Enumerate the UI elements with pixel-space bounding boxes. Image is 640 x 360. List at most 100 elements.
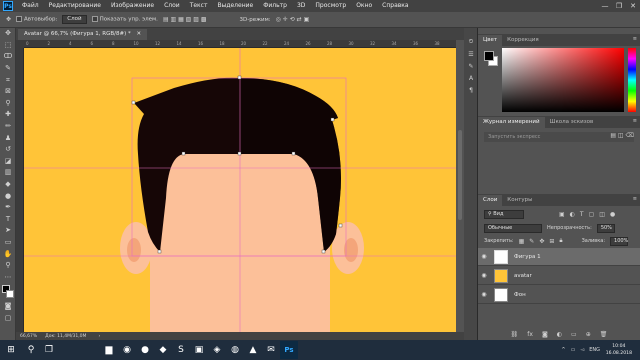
path-select-tool-icon[interactable]: ➤ — [0, 225, 16, 237]
vertical-scrollbar[interactable] — [456, 40, 464, 332]
panel-menu-icon[interactable]: ≡ — [633, 118, 637, 124]
background-color-swatch[interactable] — [6, 290, 14, 299]
add-mask-icon[interactable]: ◙ — [542, 331, 548, 338]
autoselect-dropdown[interactable]: Слой — [62, 15, 87, 24]
lock-pixels-icon[interactable]: ✎ — [529, 238, 534, 245]
lock-transparency-icon[interactable]: ▦ — [519, 238, 525, 245]
windows-start-icon[interactable]: ⊞ — [0, 341, 22, 359]
move-tool-icon[interactable]: ✥ — [6, 16, 11, 23]
search-icon[interactable]: ⚲ — [22, 341, 40, 359]
layer-row[interactable]: ◉ Фигура 1 — [478, 248, 640, 266]
properties-panel-icon[interactable]: ☰ — [464, 48, 478, 60]
photoshop-taskbar-icon[interactable]: Ps — [280, 341, 298, 359]
healing-tool-icon[interactable]: ✚ — [0, 109, 16, 121]
panel-menu-icon[interactable]: ≡ — [633, 36, 637, 42]
layer-row[interactable]: ◉ avatar — [478, 267, 640, 285]
menu-type[interactable]: Текст — [185, 0, 213, 12]
tab-layers[interactable]: Слои — [478, 195, 503, 206]
menu-window[interactable]: Окно — [351, 0, 377, 12]
eye-icon[interactable]: ◉ — [478, 272, 490, 279]
menu-help[interactable]: Справка — [377, 0, 413, 12]
panel-menu-icon[interactable]: ≡ — [633, 196, 637, 202]
filter-shape-icon[interactable]: ▢ — [589, 211, 595, 218]
scrollbar-thumb[interactable] — [458, 130, 462, 220]
clock[interactable]: 10:04 16.08.2018 — [606, 343, 632, 357]
layer-style-icon[interactable]: fx — [527, 331, 533, 338]
hand-tool-icon[interactable]: ✋ — [0, 248, 16, 260]
layer-filter-dropdown[interactable]: ⚲ Вид — [484, 209, 524, 219]
show-controls-option[interactable]: Показать упр. элем. — [91, 16, 158, 23]
dodge-tool-icon[interactable]: ● — [0, 190, 16, 202]
group-icon[interactable]: ▭ — [571, 331, 577, 338]
status-menu-icon[interactable]: › — [98, 334, 100, 339]
history-brush-tool-icon[interactable]: ↺ — [0, 144, 16, 156]
document-tab[interactable]: Avatar @ 66,7% (Фигура 1, RGB/8#) * ✕ — [18, 29, 148, 40]
ruler-corner[interactable] — [16, 40, 24, 48]
hue-slider[interactable] — [628, 48, 636, 112]
layer-row[interactable]: ◉ Фон — [478, 286, 640, 304]
crop-tool-icon[interactable]: ⌗ — [0, 74, 16, 86]
quick-select-tool-icon[interactable]: ✎ — [0, 63, 16, 75]
fill-input[interactable]: 100% — [610, 236, 628, 246]
new-layer-icon[interactable]: ⊕ — [586, 331, 591, 338]
history-panel-icon[interactable]: ⏲ — [464, 36, 478, 48]
gradient-tool-icon[interactable]: ▥ — [0, 167, 16, 179]
marquee-tool-icon[interactable]: ⬚ — [0, 40, 16, 52]
color-swatches[interactable] — [0, 283, 16, 301]
shape-tool-icon[interactable]: ▭ — [0, 237, 16, 249]
link-layers-icon[interactable]: ⛓ — [511, 331, 519, 338]
maximize-button[interactable]: ❐ — [612, 0, 626, 12]
lock-position-icon[interactable]: ✥ — [539, 238, 544, 245]
autoselect-checkbox[interactable] — [16, 16, 23, 23]
brush-panel-icon[interactable]: ✎ — [464, 60, 478, 72]
tab-color[interactable]: Цвет — [478, 35, 503, 46]
chrome-icon[interactable]: ◍ — [226, 341, 244, 359]
more-tools-icon[interactable]: ⋯ — [0, 271, 16, 283]
network-icon[interactable]: ▭ — [571, 347, 576, 353]
show-controls-checkbox[interactable] — [91, 16, 98, 23]
delete-layer-icon[interactable]: 🗑︎ — [600, 331, 608, 338]
menu-edit[interactable]: Редактирование — [44, 0, 106, 12]
document-canvas[interactable] — [24, 48, 456, 332]
eye-icon[interactable]: ◉ — [478, 253, 490, 260]
close-button[interactable]: ✕ — [626, 0, 640, 12]
blur-tool-icon[interactable]: ◆ — [0, 179, 16, 191]
brush-tool-icon[interactable]: ✏ — [0, 121, 16, 133]
blend-mode-dropdown[interactable]: Обычные — [484, 223, 542, 233]
3d-mode-icons[interactable]: ◎ ✛ ⟲ ⇄ ▣ — [276, 16, 310, 23]
tab-adjustments[interactable]: Коррекция — [502, 35, 544, 46]
tray-chevron-icon[interactable]: ^ — [561, 347, 565, 353]
horizontal-ruler[interactable]: 0 2 4 6 8 10 12 14 16 18 20 22 24 26 28 30 32 34 36 38 — [24, 40, 456, 48]
filter-smart-object-icon[interactable]: ◫ — [599, 211, 605, 218]
menu-view[interactable]: Просмотр — [310, 0, 351, 12]
quick-mask-icon[interactable]: ◙ — [0, 301, 16, 313]
filter-type-icon[interactable]: T — [580, 211, 584, 218]
foreground-color-swatch[interactable] — [484, 51, 494, 61]
layer-name[interactable]: avatar — [514, 273, 532, 279]
zoom-tool-icon[interactable]: ⚲ — [0, 260, 16, 272]
app-icon[interactable]: ✉ — [262, 341, 280, 359]
lasso-tool-icon[interactable]: ↀ — [0, 51, 16, 63]
stamp-tool-icon[interactable]: ♟ — [0, 132, 16, 144]
screen-mode-icon[interactable]: ▢ — [0, 313, 16, 325]
tab-paths[interactable]: Контуры — [502, 195, 537, 206]
tab-sketch-school[interactable]: Школа эскизов — [545, 117, 599, 128]
minimize-button[interactable]: — — [598, 0, 612, 12]
autoselect-option[interactable]: Автовыбор: — [16, 16, 57, 23]
eye-icon[interactable]: ◉ — [478, 291, 490, 298]
app-icon[interactable]: ● — [136, 341, 154, 359]
menu-file[interactable]: Файл — [17, 0, 44, 12]
menu-select[interactable]: Выделение — [212, 0, 258, 12]
app-icon[interactable]: ▲ — [244, 341, 262, 359]
app-icon[interactable]: ▣ — [190, 341, 208, 359]
menu-filter[interactable]: Фильтр — [258, 0, 292, 12]
align-icons[interactable]: ▤ ▥ ▦ ▧ ▨ ▩ — [163, 16, 207, 23]
lock-artboard-icon[interactable]: ⊞ — [549, 238, 554, 245]
type-tool-icon[interactable]: T — [0, 214, 16, 226]
panel-action-icons[interactable]: ▤ ◫ ⌫ — [610, 132, 634, 139]
character-panel-icon[interactable]: A — [464, 72, 478, 84]
menu-3d[interactable]: 3D — [292, 0, 310, 12]
app-icon[interactable]: ◈ — [208, 341, 226, 359]
adjustment-layer-icon[interactable]: ◐ — [557, 331, 562, 338]
browser-icon[interactable]: ◉ — [118, 341, 136, 359]
